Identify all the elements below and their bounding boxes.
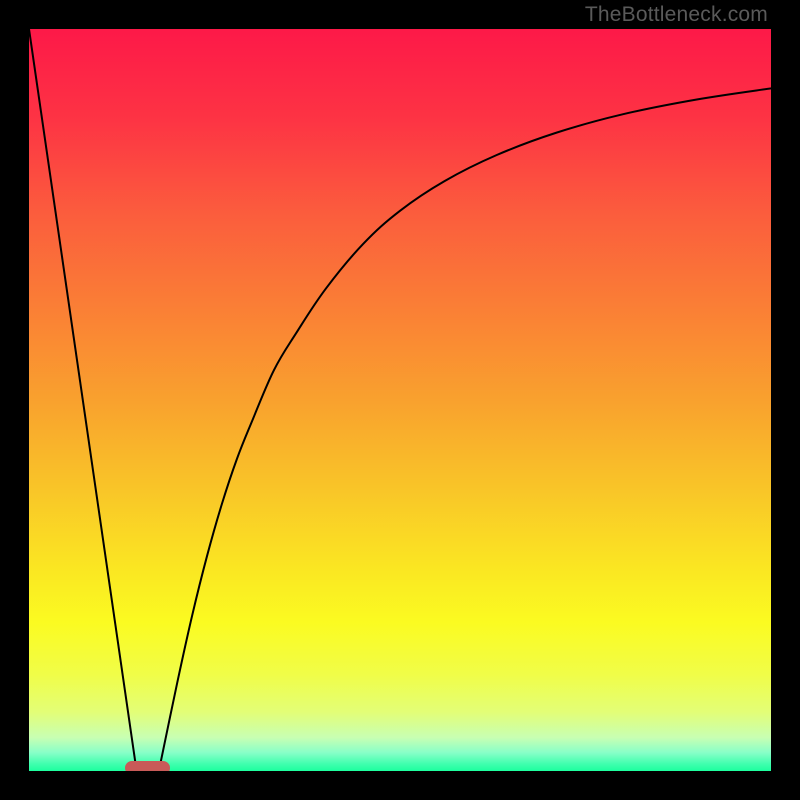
plot-area: [29, 29, 771, 771]
right-curve: [159, 88, 771, 771]
chart-frame: TheBottleneck.com: [0, 0, 800, 800]
watermark-text: TheBottleneck.com: [585, 3, 768, 27]
optimal-zone-marker: [125, 761, 170, 771]
left-line: [29, 29, 137, 771]
curve-layer: [29, 29, 771, 771]
